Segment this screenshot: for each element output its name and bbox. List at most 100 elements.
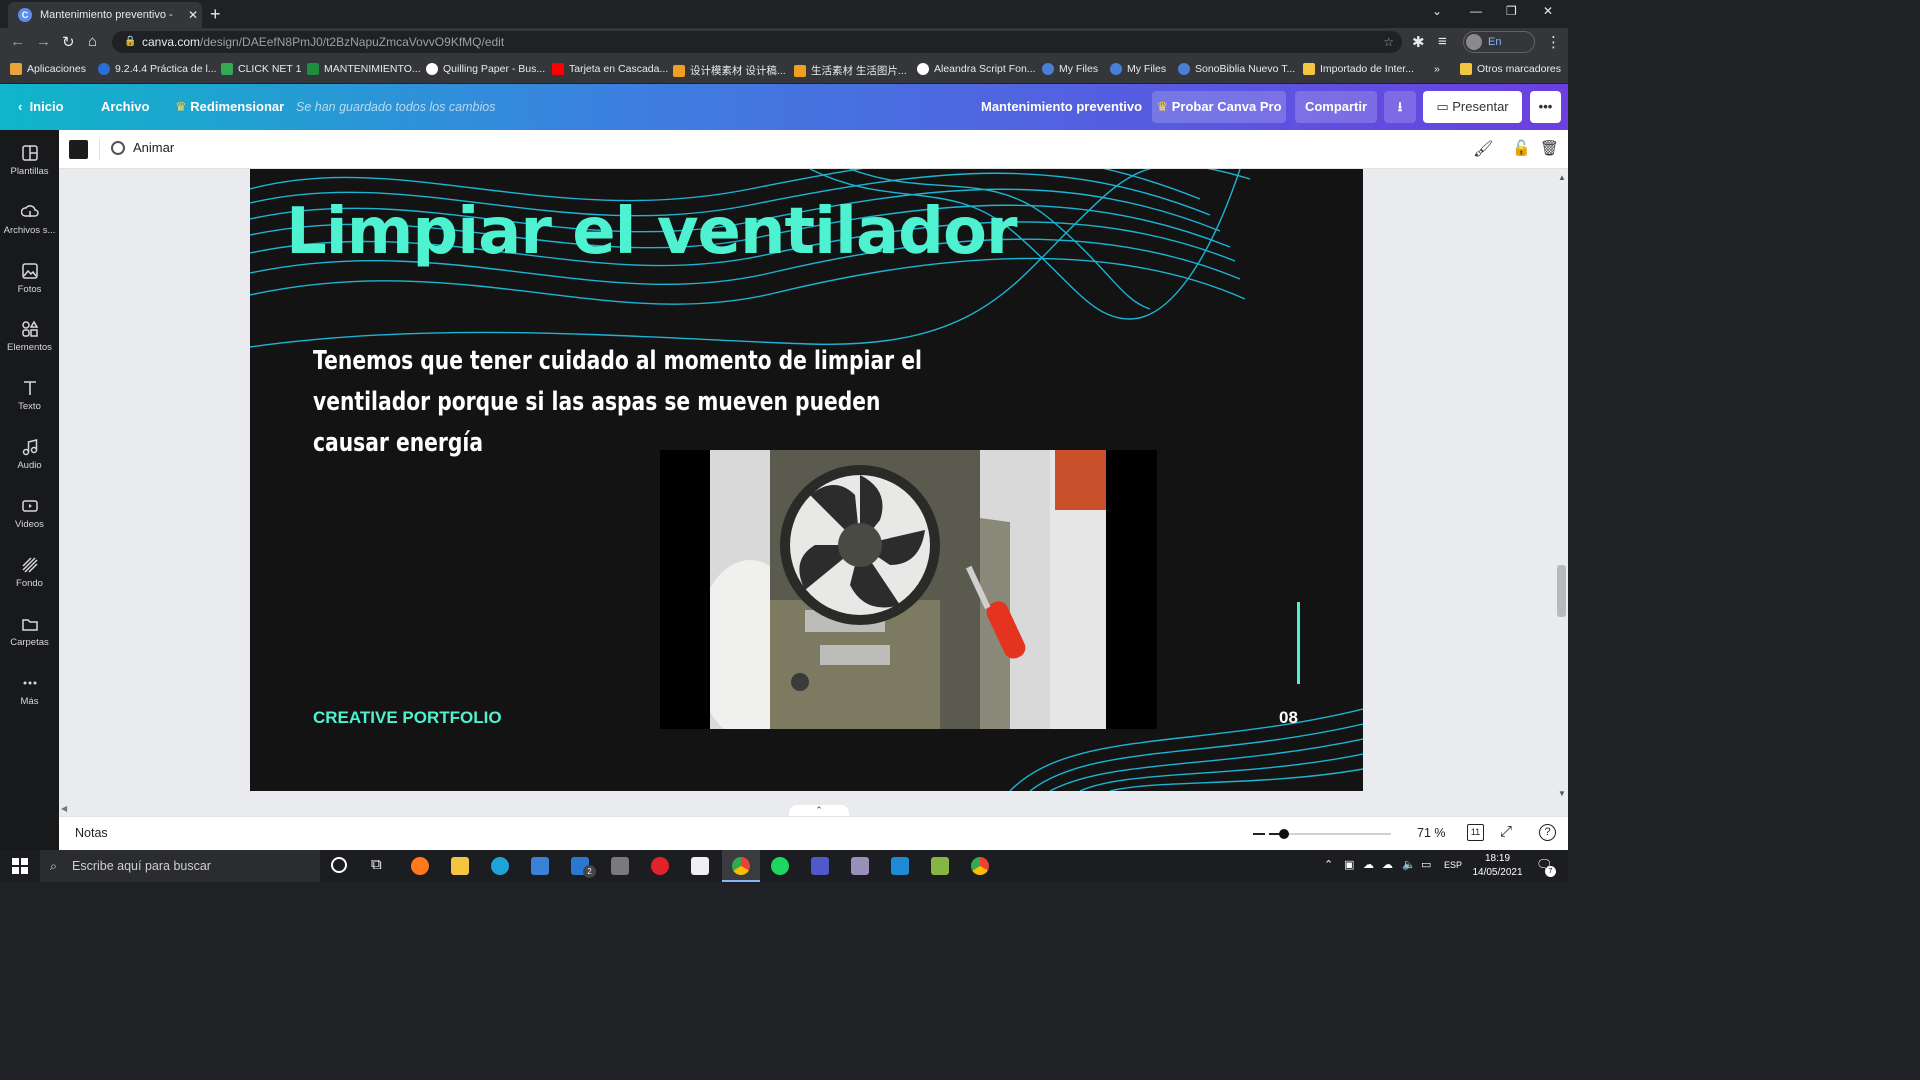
bookmark-item[interactable]: MANTENIMIENTO... (307, 63, 421, 75)
zoom-out-icon[interactable] (1253, 833, 1265, 835)
onedrive-icon[interactable]: ☁ (1382, 858, 1393, 871)
bookmark-item[interactable]: 设计模素材 设计稿... (673, 63, 786, 78)
zoom-slider-thumb[interactable] (1278, 829, 1289, 839)
profile-button[interactable]: En pausa (1463, 31, 1535, 68)
animate-button[interactable]: Animar (111, 140, 174, 155)
tray-chevron-icon[interactable]: ⌃ (1324, 858, 1333, 871)
chrome-icon[interactable] (971, 857, 989, 875)
language-indicator[interactable]: ESP (1444, 860, 1462, 870)
document-title[interactable]: Mantenimiento preventivo (981, 84, 1142, 130)
bookmark-folder[interactable]: Otros marcadores (1460, 63, 1561, 75)
chrome-menu-icon[interactable]: ⋮ (1546, 33, 1561, 51)
video-element[interactable] (660, 450, 1157, 729)
android-studio-icon[interactable] (931, 857, 949, 875)
unlock-icon[interactable]: 🔓 (1512, 139, 1531, 157)
cortana-icon[interactable] (331, 857, 347, 873)
tab-search-icon[interactable]: ⌄ (1432, 4, 1442, 18)
share-button[interactable]: Compartir (1295, 91, 1377, 123)
back-icon[interactable]: ← (10, 33, 25, 50)
sidebar-item-folders[interactable]: Carpetas (0, 615, 59, 648)
home-icon[interactable]: ⌂ (88, 33, 97, 50)
bookmark-folder[interactable]: Importado de Inter... (1303, 63, 1414, 75)
bookmark-star-icon[interactable]: ☆ (1383, 31, 1394, 53)
url-field[interactable]: 🔒 canva.com/design/DAEefN8PmJ0/t2BzNapuZ… (112, 31, 1402, 53)
help-icon[interactable]: ? (1539, 824, 1556, 841)
file-menu-button[interactable]: Archivo (101, 84, 149, 130)
bookmark-item[interactable]: Quilling Paper - Bus... (426, 63, 545, 75)
fullscreen-icon[interactable]: ⤢ (1500, 823, 1512, 840)
bookmark-item[interactable]: My Files (1110, 63, 1166, 75)
sidebar-item-text[interactable]: Texto (0, 379, 59, 412)
new-tab-icon[interactable]: + (210, 4, 221, 25)
forward-icon[interactable]: → (36, 33, 51, 50)
windows-start-icon[interactable] (12, 858, 28, 874)
notes-expand-handle[interactable]: ⌃ (789, 805, 849, 816)
sidebar-item-background[interactable]: Fondo (0, 556, 59, 589)
sidebar-item-templates[interactable]: Plantillas (0, 144, 59, 177)
scroll-up-icon[interactable]: ▲ (1558, 173, 1566, 182)
scroll-left-icon[interactable]: ◀ (61, 804, 67, 813)
slide-footer-label[interactable]: CREATIVE PORTFOLIO (313, 708, 502, 728)
slide-body-text[interactable]: Tenemos que tener cuidado al momento de … (313, 341, 953, 464)
onedrive-icon[interactable]: ☁ (1363, 858, 1374, 871)
color-swatch[interactable] (69, 140, 88, 159)
trash-icon[interactable]: 🗑 (1540, 139, 1559, 157)
task-view-icon[interactable]: ⧉ (371, 856, 382, 873)
tray-app-icon[interactable]: ▣ (1344, 858, 1354, 871)
zoom-level[interactable]: 71 % (1417, 826, 1446, 840)
media-control-icon[interactable]: ≡ (1438, 33, 1447, 50)
sidebar-item-audio[interactable]: Audio (0, 438, 59, 471)
discord-icon[interactable] (851, 857, 869, 875)
volume-icon[interactable]: 🔈 (1402, 858, 1416, 871)
network-icon[interactable]: ▭ (1421, 858, 1431, 871)
slide-title[interactable]: Limpiar el ventilador (286, 195, 1017, 269)
reload-icon[interactable]: ↻ (62, 33, 75, 51)
store-icon[interactable] (531, 857, 549, 875)
firefox-icon[interactable] (411, 857, 429, 875)
sidebar-item-videos[interactable]: Videos (0, 497, 59, 530)
bookmarks-overflow-button[interactable]: » (1434, 63, 1440, 75)
sidebar-item-elements[interactable]: Elementos (0, 320, 59, 353)
edge-icon[interactable] (491, 857, 509, 875)
copy-style-icon[interactable]: 🖌 (1473, 139, 1493, 159)
browser-tab[interactable]: C Mantenimiento preventivo - Pres ✕ (8, 2, 202, 28)
taskbar-search-input[interactable]: ⌕ Escribe aquí para buscar (40, 850, 320, 882)
bookmark-item[interactable]: My Files (1042, 63, 1098, 75)
extensions-icon[interactable]: ✱ (1412, 33, 1425, 51)
zoom-slider[interactable] (1269, 829, 1391, 839)
bookmark-item[interactable]: SonoBiblia Nuevo T... (1178, 63, 1295, 75)
calculator-icon[interactable] (611, 857, 629, 875)
page-count-button[interactable]: 11 (1467, 824, 1484, 841)
file-explorer-icon[interactable] (451, 857, 469, 875)
tab-close-icon[interactable]: ✕ (184, 8, 202, 22)
slide-page-number[interactable]: 08 (1279, 708, 1298, 728)
sidebar-item-more[interactable]: Más (0, 674, 59, 707)
slide-page[interactable]: Limpiar el ventilador Tenemos que tener … (250, 169, 1363, 791)
download-icon[interactable]: ⭳ (1384, 91, 1416, 123)
notes-button[interactable]: Notas (75, 826, 108, 840)
more-options-button[interactable]: ••• (1530, 91, 1561, 123)
scrollbar-thumb[interactable] (1557, 565, 1566, 617)
bookmark-item[interactable]: Tarjeta en Cascada... (552, 63, 668, 75)
taskbar-clock[interactable]: 18:19 14/05/2021 (1470, 852, 1525, 880)
sidebar-item-uploads[interactable]: Archivos s... (0, 203, 59, 236)
scroll-down-icon[interactable]: ▼ (1558, 789, 1566, 798)
minimize-icon[interactable]: — (1470, 4, 1482, 18)
bookmark-item[interactable]: 9.2.4.4 Práctica de l... (98, 63, 217, 75)
restore-icon[interactable]: ❐ (1506, 4, 1517, 18)
sidebar-item-photos[interactable]: Fotos (0, 262, 59, 295)
window-close-icon[interactable]: ✕ (1543, 4, 1553, 18)
vscode-icon[interactable] (891, 857, 909, 875)
taskbar-active-app[interactable] (722, 850, 760, 882)
bookmark-item[interactable]: Aleandra Script Fon... (917, 63, 1036, 75)
vertical-scrollbar[interactable]: ▲ ▼ (1556, 169, 1568, 816)
spotify-icon[interactable] (771, 857, 789, 875)
present-button[interactable]: ▭ Presentar (1423, 91, 1522, 123)
bookmark-item[interactable]: Aplicaciones (10, 63, 86, 75)
resize-button[interactable]: ♛ Redimensionar (175, 84, 284, 130)
bookmark-item[interactable]: 生活素材 生活图片... (794, 63, 907, 78)
opera-icon[interactable] (651, 857, 669, 875)
try-pro-button[interactable]: ♛ Probar Canva Pro (1152, 91, 1286, 123)
bookmark-item[interactable]: CLICK NET 1 (221, 63, 301, 75)
teams-icon[interactable] (811, 857, 829, 875)
